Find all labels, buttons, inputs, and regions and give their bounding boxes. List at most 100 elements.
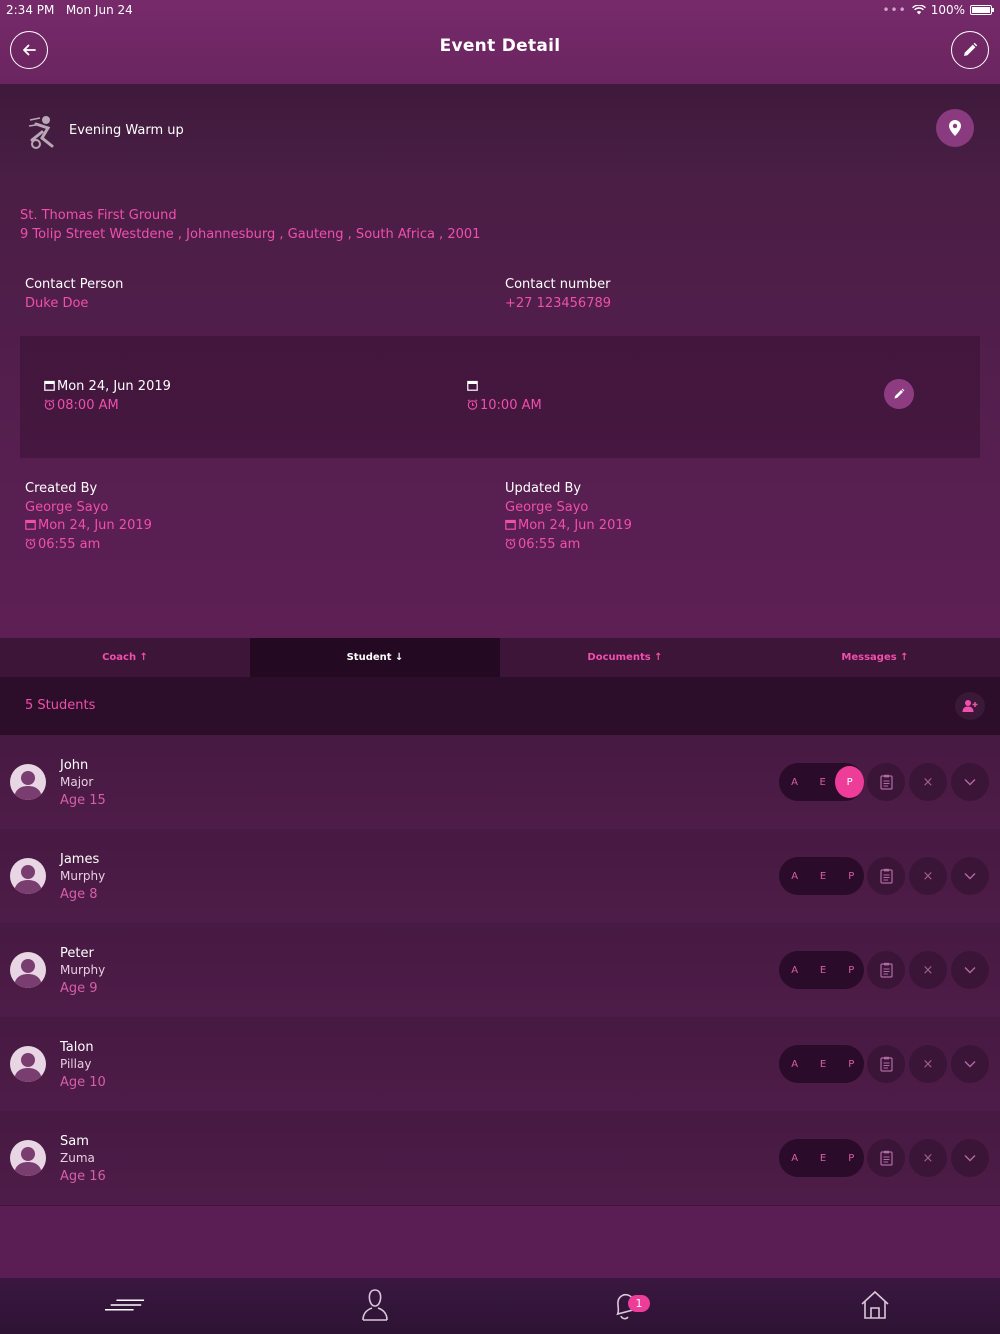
absent-button[interactable]: A: [782, 768, 807, 796]
tab-coach[interactable]: Coach ↑: [0, 638, 250, 677]
page-title: Event Detail: [439, 36, 561, 56]
attendance-toggle: A E P: [779, 763, 865, 801]
notes-button[interactable]: [867, 1139, 905, 1177]
notes-button[interactable]: [867, 951, 905, 989]
student-last-name: Major: [60, 775, 94, 789]
clipboard-icon: [879, 1056, 893, 1072]
nav-menu[interactable]: [105, 1287, 145, 1323]
notification-badge: 1: [628, 1295, 650, 1312]
avatar: [10, 1140, 46, 1176]
remove-student-button[interactable]: ×: [909, 857, 947, 895]
excused-button[interactable]: E: [810, 768, 835, 796]
avatar: [10, 1046, 46, 1082]
user-icon: [362, 1289, 388, 1321]
expand-button[interactable]: [951, 763, 989, 801]
student-age: Age 8: [60, 887, 98, 902]
menu-lines-icon: [105, 1299, 145, 1311]
attendance-toggle: A E P: [779, 857, 864, 895]
remove-student-button[interactable]: ×: [909, 1045, 947, 1083]
remove-student-button[interactable]: ×: [909, 951, 947, 989]
student-row[interactable]: John Major Age 15 A E P ×: [0, 735, 1000, 829]
updated-by-label: Updated By: [505, 481, 582, 496]
contact-person: Duke Doe: [25, 296, 89, 311]
expand-button[interactable]: [951, 1045, 989, 1083]
avatar: [10, 952, 46, 988]
updated-by-name: George Sayo: [505, 500, 589, 515]
notes-button[interactable]: [867, 1045, 905, 1083]
student-age: Age 16: [60, 1169, 106, 1184]
chevron-down-icon: [964, 967, 976, 974]
student-last-name: Zuma: [60, 1151, 95, 1165]
nav-home[interactable]: [855, 1287, 895, 1323]
end-time: 10:00 AM: [467, 398, 542, 413]
home-icon: [861, 1290, 889, 1319]
add-student-button[interactable]: [955, 692, 985, 720]
student-row[interactable]: Sam Zuma Age 16 A E P ×: [0, 1111, 1000, 1205]
clipboard-icon: [879, 774, 893, 790]
present-button[interactable]: P: [839, 1050, 864, 1078]
student-row[interactable]: Peter Murphy Age 9 A E P ×: [0, 923, 1000, 1017]
excused-button[interactable]: E: [810, 956, 835, 984]
add-user-icon: [962, 700, 978, 712]
edit-event-button[interactable]: [951, 31, 989, 69]
status-time: 2:34 PM Mon Jun 24: [6, 3, 133, 17]
chevron-down-icon: [964, 779, 976, 786]
remove-student-button[interactable]: ×: [909, 1139, 947, 1177]
present-button[interactable]: P: [835, 766, 865, 798]
alarm-clock-icon: [25, 538, 36, 549]
tab-documents[interactable]: Documents ↑: [500, 638, 750, 677]
end-date: [467, 379, 480, 394]
alarm-clock-icon: [505, 538, 516, 549]
edit-schedule-button[interactable]: [884, 379, 914, 409]
student-first-name: John: [60, 758, 89, 773]
remove-student-button[interactable]: ×: [909, 763, 947, 801]
excused-button[interactable]: E: [810, 1144, 835, 1172]
updated-time: 06:55 am: [505, 537, 580, 552]
attendance-toggle: A E P: [779, 1045, 864, 1083]
avatar: [10, 858, 46, 894]
student-last-name: Murphy: [60, 963, 106, 977]
excused-button[interactable]: E: [810, 1050, 835, 1078]
chevron-down-icon: [964, 873, 976, 880]
tab-messages[interactable]: Messages ↑: [750, 638, 1000, 677]
tab-student[interactable]: Student ↓: [250, 638, 500, 677]
student-row[interactable]: Talon Pillay Age 10 A E P ×: [0, 1017, 1000, 1111]
expand-button[interactable]: [951, 857, 989, 895]
excused-button[interactable]: E: [810, 862, 835, 890]
pencil-icon: [964, 42, 978, 56]
present-button[interactable]: P: [839, 1144, 864, 1172]
present-button[interactable]: P: [839, 956, 864, 984]
calendar-icon: [467, 380, 478, 391]
student-row[interactable]: James Murphy Age 8 A E P ×: [0, 829, 1000, 923]
notes-button[interactable]: [867, 857, 905, 895]
nav-profile[interactable]: [355, 1287, 395, 1323]
sport-logo-icon: [26, 112, 62, 150]
content-footer: [0, 1206, 1000, 1278]
created-time: 06:55 am: [25, 537, 100, 552]
location-button[interactable]: [936, 109, 974, 147]
absent-button[interactable]: A: [782, 1050, 807, 1078]
chevron-down-icon: [964, 1155, 976, 1162]
wifi-icon: [911, 5, 926, 15]
tab-bar: Coach ↑ Student ↓ Documents ↑ Messages ↑: [0, 638, 1000, 677]
user-avatar-icon: [14, 771, 42, 800]
bottom-nav: [0, 1278, 1000, 1334]
user-avatar-icon: [14, 865, 42, 894]
expand-button[interactable]: [951, 1139, 989, 1177]
student-first-name: Peter: [60, 946, 94, 961]
schedule-box: [20, 336, 980, 458]
expand-button[interactable]: [951, 951, 989, 989]
contact-number-label: Contact number: [505, 277, 611, 292]
present-button[interactable]: P: [839, 862, 864, 890]
battery-icon: [970, 5, 994, 15]
student-first-name: Sam: [60, 1134, 89, 1149]
absent-button[interactable]: A: [782, 1144, 807, 1172]
alarm-clock-icon: [44, 399, 55, 410]
venue-name: St. Thomas First Ground: [20, 208, 177, 223]
calendar-icon: [505, 519, 516, 530]
contact-number[interactable]: +27 123456789: [505, 296, 611, 311]
notes-button[interactable]: [867, 763, 905, 801]
location-pin-icon: [949, 120, 961, 136]
absent-button[interactable]: A: [782, 862, 807, 890]
absent-button[interactable]: A: [782, 956, 807, 984]
